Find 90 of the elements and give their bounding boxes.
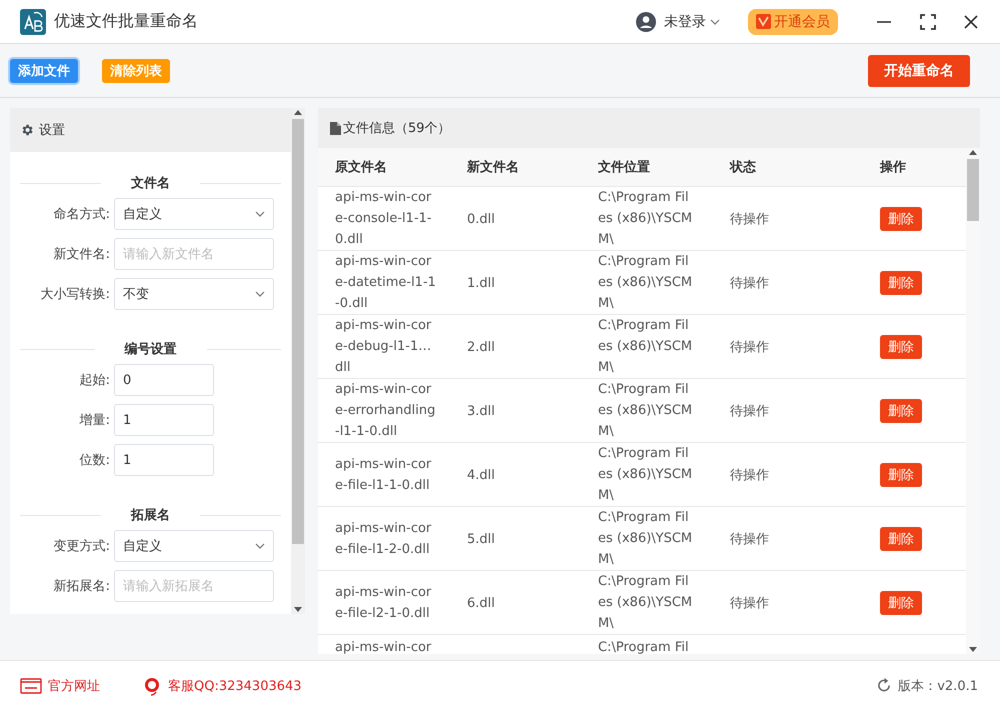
table-cell-text: C:\Program Fil es (x86)\YSCM M\ [598,317,692,377]
table-cell-text: 0.dll [467,210,495,228]
number-field[interactable]: 0 [114,364,214,396]
table-cell-text: api-ms-win-cor e-file-l1-2-0.dll [335,520,432,558]
table-cell-text: 待操作 [730,402,769,420]
field-label: 位数: [78,452,111,469]
clear-list-button[interactable]: 清除列表 [102,58,170,82]
table-cell-text: C:\Program Fil es (x86)\YSCM M\ [598,509,692,569]
column-header: 新文件名 [466,158,520,176]
add-files-button[interactable]: 添加文件 [10,58,78,82]
number-field[interactable]: 1 [114,444,214,476]
delete-button[interactable]: 删除 [880,590,922,614]
files-title: 文件信息（59个） [343,120,451,137]
table-cell-text: C:\Program Fil es (x86)\YSCM M\ [598,189,692,249]
window-title: 优速文件批量重命名 [54,11,199,32]
version-label: 版本：v2.0.1 [898,678,978,694]
field-label: 增量: [78,412,111,429]
scroll-up-icon[interactable] [294,110,302,115]
table-cell-text: 1.dll [467,274,495,292]
column-header: 操作 [878,159,907,176]
field-label: 起始: [78,372,111,389]
table-cell-text: C:\Program Fil es (x86)\YSCM M\ [598,381,692,441]
field-label: 新拓展名: [52,578,111,595]
chevron-down-icon [255,291,265,297]
table-cell-text: C:\Program Fil [598,639,689,654]
text-field[interactable]: 请输入新文件名 [114,238,274,270]
field-label: 变更方式: [52,538,111,555]
table-cell-text: api-ms-win-cor e-errorhandling -l1-1-0.dll [335,381,436,441]
section-title: 拓展名 [130,507,171,524]
delete-button[interactable]: 删除 [880,526,922,550]
section-title: 文件名 [130,174,171,192]
settings-title: 设置 [39,122,65,139]
delete-button[interactable]: 删除 [880,206,922,230]
table-cell-text: 4.dll [467,466,495,484]
refresh-icon[interactable] [877,678,892,693]
table-cell-text: 待操作 [730,594,769,612]
chevron-down-icon [255,211,265,217]
settings-icon [20,123,34,137]
user-avatar-icon[interactable] [636,12,656,32]
column-header: 原文件名 [334,158,388,176]
scrollbar[interactable] [291,108,305,614]
delete-button[interactable]: 删除 [880,270,922,294]
table-cell-text: 3.dll [467,402,495,420]
maximize-icon[interactable] [920,14,936,30]
table-cell-text: api-ms-win-cor e-file-l2-1-0.dll [335,584,432,622]
text-field[interactable]: 请输入新拓展名 [114,570,274,602]
website-link[interactable]: 官方网址 [48,676,100,694]
column-header: 状态 [728,159,757,176]
scrollbar-thumb[interactable] [967,159,979,221]
login-menu[interactable]: 未登录 [664,12,720,30]
table-cell-text: 待操作 [730,274,769,292]
select-field[interactable]: 不变 [114,278,274,310]
app-logo-icon [20,8,46,34]
select-field[interactable]: 自定义 [114,198,274,230]
vip-button[interactable]: 开通会员 [748,8,838,34]
support-contact[interactable]: 客服QQ:3234303643 [168,676,302,694]
chevron-down-icon [255,543,265,549]
scroll-down-icon[interactable] [294,607,302,612]
scroll-up-icon[interactable] [969,150,977,155]
table-cell-text: C:\Program Fil es (x86)\YSCM M\ [598,573,692,633]
table-cell-text: C:\Program Fil es (x86)\YSCM M\ [598,445,692,505]
field-label: 命名方式: [52,206,111,223]
delete-button[interactable]: 删除 [880,334,922,358]
vip-badge-icon [756,14,771,29]
scroll-down-icon[interactable] [969,647,977,652]
document-icon [330,122,341,134]
table-cell-text: 待操作 [730,530,769,548]
table-cell-text: 待操作 [730,466,769,484]
chevron-down-icon [710,18,720,24]
field-label: 大小写转换: [40,286,111,303]
table-cell-text: C:\Program Fil es (x86)\YSCM M\ [598,253,692,313]
section-title: 编号设置 [123,340,178,358]
column-header: 文件位置 [597,158,651,176]
table-cell-text: api-ms-win-cor [335,639,432,654]
select-field[interactable]: 自定义 [114,530,274,562]
table-cell-text: 待操作 [730,210,769,228]
table-cell-text: 5.dll [467,530,495,548]
close-icon[interactable] [964,14,978,28]
table-cell-text: 待操作 [730,338,769,356]
scrollbar-thumb[interactable] [292,119,304,544]
table-cell-text: 6.dll [467,594,495,612]
website-icon [20,678,42,694]
start-rename-button[interactable]: 开始重命名 [868,54,970,86]
headset-icon [142,676,162,696]
delete-button[interactable]: 删除 [880,398,922,422]
delete-button[interactable]: 删除 [880,462,922,486]
number-field[interactable]: 1 [114,404,214,436]
field-label: 新文件名: [52,246,111,263]
table-cell-text: 2.dll [467,338,495,356]
table-cell-text: api-ms-win-cor e-file-l1-1-0.dll [335,456,432,494]
